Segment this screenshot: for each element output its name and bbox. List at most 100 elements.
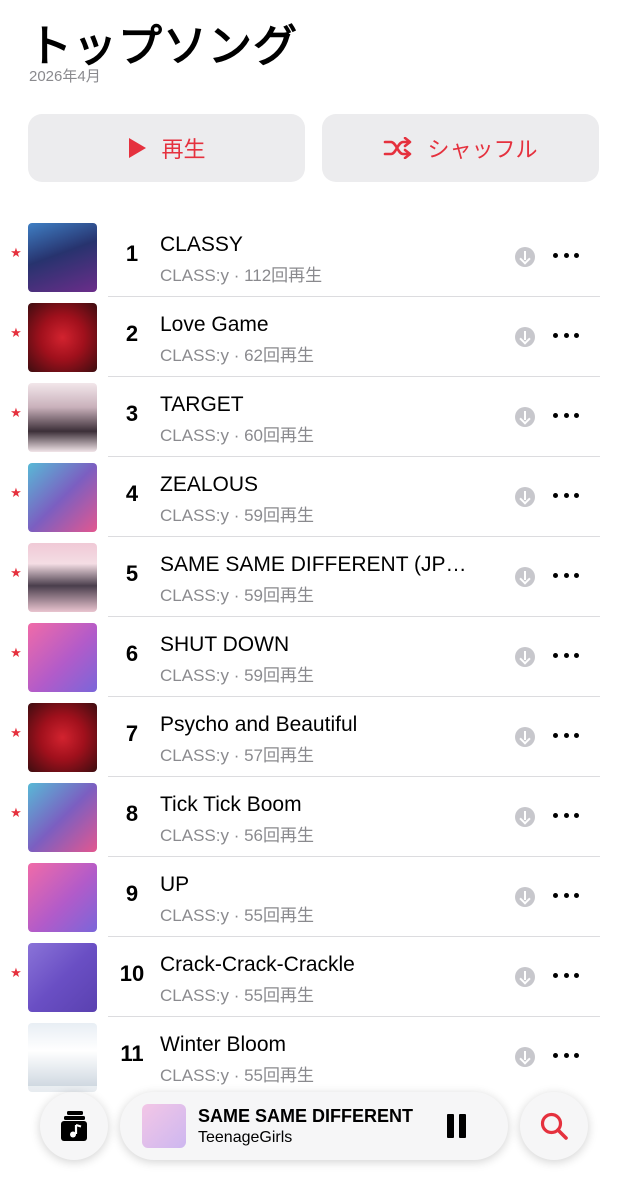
- album-art: [28, 703, 97, 772]
- track-title: Crack-Crack-Crackle: [160, 953, 355, 976]
- star-icon: ★: [10, 726, 22, 741]
- track-rank: 11: [120, 1041, 144, 1066]
- download-icon[interactable]: [515, 247, 535, 267]
- track-row-11[interactable]: 11 Winter Bloom CLASS:y · 55回再生: [0, 1017, 628, 1097]
- track-row-8[interactable]: ★ 8 Tick Tick Boom CLASS:y · 56回再生: [0, 777, 628, 857]
- track-rank: 7: [125, 721, 139, 746]
- download-icon[interactable]: [515, 407, 535, 427]
- download-icon[interactable]: [515, 567, 535, 587]
- track-row-5[interactable]: ★ 5 SAME SAME DIFFERENT (JP… CLASS:y · 5…: [0, 537, 628, 617]
- track-rank: 10: [119, 961, 145, 986]
- more-icon[interactable]: [553, 805, 579, 825]
- play-label: 再生: [161, 138, 206, 163]
- star-icon: ★: [10, 646, 22, 661]
- album-art: [28, 383, 97, 452]
- track-rank: 4: [125, 481, 139, 506]
- track-row-10[interactable]: ★ 10 Crack-Crack-Crackle CLASS:y · 55回再生: [0, 937, 628, 1017]
- search-icon: [540, 1112, 568, 1140]
- album-art: [28, 1023, 97, 1092]
- more-icon[interactable]: [553, 325, 579, 345]
- track-meta: CLASS:y · 56回再生: [160, 826, 314, 845]
- page-subtitle: 2026年4月: [29, 68, 101, 85]
- download-icon[interactable]: [515, 1047, 535, 1067]
- star-icon: ★: [10, 566, 22, 581]
- track-title: SAME SAME DIFFERENT (JP…: [160, 553, 467, 576]
- download-icon[interactable]: [515, 487, 535, 507]
- track-meta: CLASS:y · 59回再生: [160, 506, 314, 525]
- track-title: CLASSY: [160, 233, 243, 256]
- library-button[interactable]: [40, 1092, 108, 1160]
- star-icon: ★: [10, 966, 22, 981]
- album-art: [28, 303, 97, 372]
- star-icon: ★: [10, 246, 22, 261]
- star-icon: ★: [10, 806, 22, 821]
- album-art: [28, 863, 97, 932]
- track-row-7[interactable]: ★ 7 Psycho and Beautiful CLASS:y · 57回再生: [0, 697, 628, 777]
- play-icon: [129, 138, 147, 158]
- download-icon[interactable]: [515, 807, 535, 827]
- track-meta: CLASS:y · 59回再生: [160, 666, 314, 685]
- track-title: ZEALOUS: [160, 473, 259, 496]
- track-row-4[interactable]: ★ 4 ZEALOUS CLASS:y · 59回再生: [0, 457, 628, 537]
- track-title: SHUT DOWN: [160, 633, 290, 656]
- track-meta: CLASS:y · 55回再生: [160, 906, 314, 925]
- download-icon[interactable]: [515, 887, 535, 907]
- track-title: Love Game: [160, 313, 269, 336]
- shuffle-button[interactable]: シャッフル: [322, 114, 599, 182]
- star-icon: ★: [10, 406, 22, 421]
- album-art: [28, 623, 97, 692]
- album-art: [28, 783, 97, 852]
- shuffle-icon: [384, 137, 412, 159]
- track-rank: 8: [125, 801, 139, 826]
- track-meta: CLASS:y · 57回再生: [160, 746, 314, 765]
- more-icon[interactable]: [553, 885, 579, 905]
- more-icon[interactable]: [553, 645, 579, 665]
- more-icon[interactable]: [553, 485, 579, 505]
- download-icon[interactable]: [515, 647, 535, 667]
- download-icon[interactable]: [515, 727, 535, 747]
- track-title: Psycho and Beautiful: [160, 713, 358, 736]
- track-list: ★ 1 CLASSY CLASS:y · 112回再生 ★ 2 Love Gam…: [0, 217, 628, 1097]
- library-icon: [61, 1111, 87, 1141]
- now-playing-art: [142, 1104, 186, 1148]
- track-row-9[interactable]: 9 UP CLASS:y · 55回再生: [0, 857, 628, 937]
- track-row-6[interactable]: ★ 6 SHUT DOWN CLASS:y · 59回再生: [0, 617, 628, 697]
- more-icon[interactable]: [553, 725, 579, 745]
- track-title: Winter Bloom: [160, 1033, 287, 1056]
- track-rank: 5: [125, 561, 139, 586]
- track-rank: 3: [125, 401, 139, 426]
- mini-player[interactable]: SAME SAME DIFFERENT TeenageGirls: [120, 1092, 508, 1160]
- track-meta: CLASS:y · 55回再生: [160, 1066, 314, 1085]
- track-row-3[interactable]: ★ 3 TARGET CLASS:y · 60回再生: [0, 377, 628, 457]
- track-title: Tick Tick Boom: [160, 793, 302, 816]
- download-icon[interactable]: [515, 327, 535, 347]
- download-icon[interactable]: [515, 967, 535, 987]
- search-button[interactable]: [520, 1092, 588, 1160]
- more-icon[interactable]: [553, 405, 579, 425]
- album-art: [28, 943, 97, 1012]
- play-button[interactable]: 再生: [28, 114, 305, 182]
- track-rank: 1: [125, 241, 139, 266]
- star-icon: ★: [10, 326, 22, 341]
- track-row-1[interactable]: ★ 1 CLASSY CLASS:y · 112回再生: [0, 217, 628, 297]
- track-rank: 9: [125, 881, 139, 906]
- track-rank: 2: [125, 321, 139, 346]
- track-meta: CLASS:y · 59回再生: [160, 586, 314, 605]
- track-meta: CLASS:y · 112回再生: [160, 266, 323, 285]
- pause-icon[interactable]: [446, 1114, 468, 1138]
- track-meta: CLASS:y · 60回再生: [160, 426, 314, 445]
- track-title: TARGET: [160, 393, 244, 416]
- star-icon: ★: [10, 486, 22, 501]
- now-playing-title: SAME SAME DIFFERENT: [198, 1106, 414, 1126]
- more-icon[interactable]: [553, 245, 579, 265]
- more-icon[interactable]: [553, 965, 579, 985]
- more-icon[interactable]: [553, 1045, 579, 1065]
- album-art: [28, 463, 97, 532]
- more-icon[interactable]: [553, 565, 579, 585]
- now-playing-artist: TeenageGirls: [198, 1129, 293, 1146]
- album-art: [28, 543, 97, 612]
- track-rank: 6: [125, 641, 139, 666]
- shuffle-label: シャッフル: [427, 138, 538, 163]
- track-title: UP: [160, 873, 190, 896]
- track-row-2[interactable]: ★ 2 Love Game CLASS:y · 62回再生: [0, 297, 628, 377]
